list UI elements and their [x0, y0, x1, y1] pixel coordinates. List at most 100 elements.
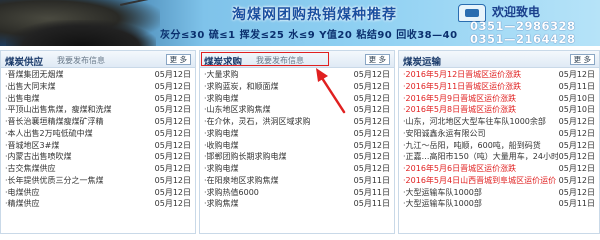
list-item[interactable]: ·长年提供优质三分之一焦煤 05月12日	[1, 175, 195, 187]
list-item[interactable]: ·大型运输车队1000部 05月11日	[399, 198, 599, 210]
list-item-link[interactable]: ·山东地区求购焦煤	[204, 104, 354, 116]
list-item[interactable]: ·山东，河北地区大型车往车队1000余部 05月12日	[399, 116, 599, 128]
list-item[interactable]: ·九江～岳阳，吨顺，600吨，船到码货 05月12日	[399, 140, 599, 152]
list-item-link[interactable]: ·收购电煤	[204, 140, 354, 152]
list-item-link[interactable]: ·2016年5月4日山西晋城到阜城区运价运价	[403, 175, 558, 187]
list-item[interactable]: ·邯郸团购长期求购电煤 05月12日	[200, 151, 394, 163]
list-item[interactable]: ·求购焦煤 05月11日	[200, 198, 394, 210]
list-item-link[interactable]: ·2016年5月6日晋城区运价涨跌	[403, 163, 558, 175]
list-item-link[interactable]: ·精煤供应	[5, 198, 155, 210]
list-item-date: 05月11日	[558, 81, 595, 91]
list-item-link[interactable]: ·安阳诚鑫永运有限公司	[403, 128, 558, 140]
list-item[interactable]: ·2016年5月11日晋城区运价涨跌 05月11日	[399, 81, 599, 93]
list-item[interactable]: ·2016年5月12日晋城区运价涨跌 05月12日	[399, 69, 599, 81]
list-item[interactable]: ·收购电煤 05月12日	[200, 140, 394, 152]
list-item[interactable]: ·晋长治襄垣精煤瘦煤矿浮精 05月12日	[1, 116, 195, 128]
supply-list: ·晋煤集团无烟煤 05月12日 ·出售大同末煤 05月12日 ·出售电煤 05月12日 ·平…	[1, 69, 195, 210]
list-item-link[interactable]: ·2016年5月8日晋城区运价涨跌	[403, 104, 558, 116]
list-item-link[interactable]: ·求购电煤	[204, 128, 354, 140]
list-item[interactable]: ·求购电煤 05月12日	[200, 128, 394, 140]
list-item-date: 05月12日	[154, 140, 191, 150]
list-item[interactable]: ·2016年5月4日山西晋城到阜城区运价运价 05月12日	[399, 175, 599, 187]
list-item[interactable]: ·精煤供应 05月12日	[1, 198, 195, 210]
list-item-date: 05月12日	[353, 105, 390, 115]
list-item-link[interactable]: ·求购焦煤	[204, 198, 354, 210]
list-item[interactable]: ·古交焦煤供应 05月12日	[1, 163, 195, 175]
list-item[interactable]: ·安阳诚鑫永运有限公司 05月12日	[399, 128, 599, 140]
list-item-link[interactable]: ·晋煤集团无烟煤	[5, 69, 155, 81]
banner-welcome: 欢迎致电	[492, 5, 541, 19]
list-item-date: 05月12日	[154, 70, 191, 79]
list-item-link[interactable]: ·山东，河北地区大型车往车队1000余部	[403, 116, 558, 128]
list-item-date: 05月12日	[154, 187, 191, 197]
list-item[interactable]: ·大量求购 05月12日	[200, 69, 394, 81]
list-item-link[interactable]: ·晋城地区3#煤	[5, 140, 155, 152]
list-item-link[interactable]: ·2016年5月12日晋城区运价涨跌	[403, 69, 558, 81]
list-item-date: 05月11日	[353, 199, 390, 209]
list-item[interactable]: ·出售大同末煤 05月12日	[1, 81, 195, 93]
list-item-date: 05月12日	[353, 70, 390, 79]
transport-list: ·2016年5月12日晋城区运价涨跌 05月12日 ·2016年5月11日晋城区运价…	[399, 69, 599, 210]
list-item-date: 05月12日	[353, 140, 390, 150]
list-item-link[interactable]: ·出售电煤	[5, 93, 155, 105]
list-item-link[interactable]: ·晋长治襄垣精煤瘦煤矿浮精	[5, 116, 155, 128]
list-item-date: 05月10日	[558, 93, 595, 103]
list-item-link[interactable]: ·正嘉…高阳市150（吨）大量用车，24小时装…	[403, 151, 558, 163]
list-item[interactable]: ·本人出售2万吨低硫中煤 05月12日	[1, 128, 195, 140]
supply-title: 煤炭供应	[5, 57, 44, 68]
banner-specs: 灰分≤30 硫≤1 挥发≤25 水≤9 Y值20 粘结90 回收38—40	[160, 30, 458, 41]
list-item-link[interactable]: ·求购电煤	[204, 93, 354, 105]
list-item[interactable]: ·平顶山出售焦煤，瘦煤和洗煤 05月12日	[1, 104, 195, 116]
list-item-date: 05月12日	[558, 117, 595, 126]
list-item-link[interactable]: ·古交焦煤供应	[5, 163, 155, 175]
list-item-link[interactable]: ·在介休，灵石，洪洞区域求购	[204, 116, 354, 128]
page-root: 淘煤网团购热销煤种推荐 灰分≤30 硫≤1 挥发≤25 水≤9 Y值20 粘结9…	[0, 0, 600, 236]
list-item[interactable]: ·山东地区求购焦煤 05月12日	[200, 104, 394, 116]
list-item-link[interactable]: ·求购电煤	[204, 163, 354, 175]
list-item[interactable]: ·晋城地区3#煤 05月12日	[1, 140, 195, 152]
list-item[interactable]: ·电煤供应 05月12日	[1, 187, 195, 199]
supply-post-link[interactable]: 我要发布信息	[57, 55, 105, 66]
list-item-link[interactable]: ·长年提供优质三分之一焦煤	[5, 175, 155, 187]
promo-banner[interactable]: 淘煤网团购热销煤种推荐 灰分≤30 硫≤1 挥发≤25 水≤9 Y值20 粘结9…	[0, 0, 600, 46]
list-item[interactable]: ·2016年5月8日晋城区运价涨跌 05月10日	[399, 104, 599, 116]
list-item[interactable]: ·求购蓝炭，和顺面煤 05月12日	[200, 81, 394, 93]
list-item[interactable]: ·正嘉…高阳市150（吨）大量用车，24小时装… 05月12日	[399, 151, 599, 163]
list-item-link[interactable]: ·九江～岳阳，吨顺，600吨，船到码货	[403, 140, 558, 152]
list-item[interactable]: ·求购电煤 05月12日	[200, 93, 394, 105]
list-item[interactable]: ·在介休，灵石，洪洞区域求购 05月12日	[200, 116, 394, 128]
list-item-link[interactable]: ·本人出售2万吨低硫中煤	[5, 128, 155, 140]
list-item[interactable]: ·2016年5月9日晋城区运价涨跌 05月10日	[399, 93, 599, 105]
supply-more-button[interactable]: 更 多	[165, 54, 191, 65]
list-item[interactable]: ·大型运输车队1000部 05月12日	[399, 187, 599, 199]
list-item-link[interactable]: ·内蒙古出售喷吹煤	[5, 151, 155, 163]
list-item-link[interactable]: ·电煤供应	[5, 187, 155, 199]
list-item-link[interactable]: ·在阳泉地区求购焦煤	[204, 175, 354, 187]
list-item-date: 05月12日	[353, 81, 390, 91]
supply-panel: 煤炭供应 我要发布信息 更 多 ·晋煤集团无烟煤 05月12日 ·出售大同末煤 05月…	[0, 50, 196, 234]
list-item-date: 05月12日	[154, 175, 191, 185]
list-item[interactable]: ·晋煤集团无烟煤 05月12日	[1, 69, 195, 81]
list-item[interactable]: ·求购电煤 05月12日	[200, 163, 394, 175]
demand-panel: 煤炭求购 我要发布信息 更 多 ·大量求购 05月12日 ·求购蓝炭，和顺面煤 05月…	[199, 50, 395, 234]
list-item[interactable]: ·在阳泉地区求购焦煤 05月11日	[200, 175, 394, 187]
transport-more-button[interactable]: 更 多	[569, 54, 595, 65]
list-item-link[interactable]: ·大量求购	[204, 69, 354, 81]
demand-more-button[interactable]: 更 多	[364, 54, 390, 65]
list-item-link[interactable]: ·邯郸团购长期求购电煤	[204, 151, 354, 163]
list-item-link[interactable]: ·出售大同末煤	[5, 81, 155, 93]
list-item[interactable]: ·出售电煤 05月12日	[1, 93, 195, 105]
list-item[interactable]: ·2016年5月6日晋城区运价涨跌 05月12日	[399, 163, 599, 175]
list-item-link[interactable]: ·2016年5月11日晋城区运价涨跌	[403, 81, 558, 93]
list-item-link[interactable]: ·2016年5月9日晋城区运价涨跌	[403, 93, 558, 105]
list-item-link[interactable]: ·平顶山出售焦煤，瘦煤和洗煤	[5, 104, 155, 116]
list-item[interactable]: ·内蒙古出售喷吹煤 05月12日	[1, 151, 195, 163]
list-item-link[interactable]: ·求购热值6000	[204, 187, 354, 199]
list-item-link[interactable]: ·求购蓝炭，和顺面煤	[204, 81, 354, 93]
list-item-date: 05月12日	[558, 175, 595, 185]
list-item[interactable]: ·求购热值6000 05月11日	[200, 187, 394, 199]
list-item-date: 05月12日	[558, 70, 595, 79]
list-item-link[interactable]: ·大型运输车队1000部	[403, 187, 558, 199]
list-item-date: 05月11日	[353, 187, 390, 197]
list-item-link[interactable]: ·大型运输车队1000部	[403, 198, 558, 210]
